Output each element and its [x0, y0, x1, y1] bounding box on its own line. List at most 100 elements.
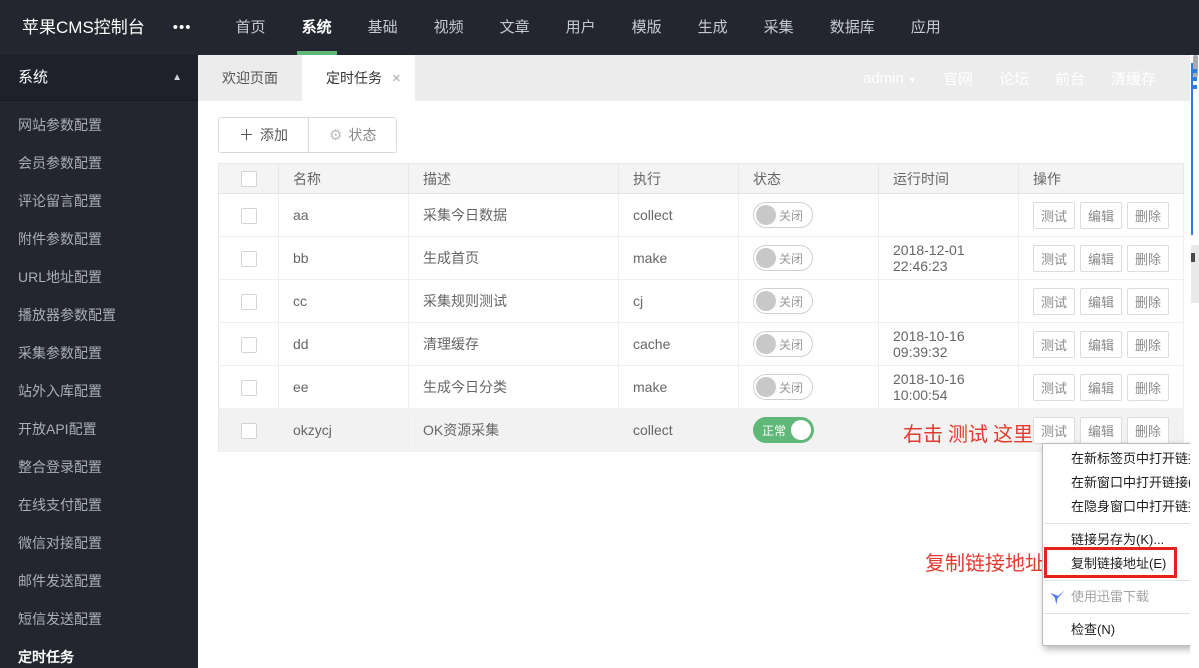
xunlei-bird-icon: [1050, 589, 1065, 605]
cell-status: 关闭: [738, 279, 879, 323]
delete-button[interactable]: 删除: [1127, 373, 1170, 401]
topnav-item[interactable]: 应用: [906, 0, 946, 55]
sidebar-item[interactable]: 邮件发送配置: [0, 562, 198, 600]
table-row: bb 生成首页 make 关闭 2018-12-01 22:46:23 测试 编辑 删除: [218, 236, 1184, 280]
toggle-label: 关闭: [779, 294, 804, 309]
sidebar-item[interactable]: 微信对接配置: [0, 524, 198, 562]
status-toggle[interactable]: 关闭: [753, 374, 814, 400]
checkbox-cell: [218, 408, 279, 452]
context-menu-item[interactable]: 检查(N): [1043, 618, 1199, 642]
sidebar-item[interactable]: 整合登录配置: [0, 448, 198, 486]
row-checkbox[interactable]: [241, 207, 257, 224]
topnav-item[interactable]: 用户: [561, 0, 601, 55]
cell-name: dd: [278, 322, 409, 366]
edge-mark: [1191, 253, 1195, 262]
context-menu-item[interactable]: 在新窗口中打开链接(W): [1043, 471, 1199, 495]
cell-runtime: 2018-10-16 10:00:54: [878, 365, 1019, 409]
sidebar-item[interactable]: 附件参数配置: [0, 220, 198, 258]
menu-separator: [1044, 613, 1199, 614]
delete-button[interactable]: 删除: [1127, 330, 1170, 358]
status-toggle[interactable]: 关闭: [753, 288, 814, 314]
sidebar-group-label: 系统: [18, 69, 49, 86]
test-button[interactable]: 测试: [1033, 201, 1076, 229]
sidebar-item[interactable]: 播放器参数配置: [0, 296, 198, 334]
delete-button[interactable]: 删除: [1127, 201, 1170, 229]
test-button[interactable]: 测试: [1033, 244, 1076, 272]
userbar-link[interactable]: 清缓存: [1111, 68, 1156, 89]
context-menu-item[interactable]: 在隐身窗口中打开链接(G): [1043, 495, 1199, 519]
topnav-item[interactable]: 文章: [495, 0, 535, 55]
delete-button[interactable]: 删除: [1127, 287, 1170, 315]
topnav-item[interactable]: 生成: [693, 0, 733, 55]
user-menu[interactable]: admin ▼: [863, 70, 917, 87]
scrollbar[interactable]: [1190, 55, 1199, 668]
edit-button[interactable]: 编辑: [1080, 287, 1123, 315]
sidebar-item[interactable]: 网站参数配置: [0, 106, 198, 144]
topnav-item[interactable]: 数据库: [825, 0, 880, 55]
userbar-link[interactable]: 论坛: [999, 68, 1029, 89]
sidebar-item[interactable]: 站外入库配置: [0, 372, 198, 410]
sidebar-item[interactable]: 短信发送配置: [0, 600, 198, 638]
toggle-label: 关闭: [779, 208, 804, 223]
sidebar-item[interactable]: URL地址配置: [0, 258, 198, 296]
cell-actions: 测试 编辑 删除: [1018, 279, 1184, 323]
add-button[interactable]: ＋添加: [219, 118, 309, 152]
status-toggle[interactable]: 关闭: [753, 331, 814, 357]
sidebar-item[interactable]: 会员参数配置: [0, 144, 198, 182]
edit-button[interactable]: 编辑: [1080, 416, 1123, 444]
row-checkbox[interactable]: [241, 250, 257, 267]
close-icon[interactable]: ×: [392, 70, 401, 87]
table-header-cell: 执行: [618, 163, 739, 194]
sidebar-item[interactable]: 定时任务: [0, 638, 198, 668]
context-menu-item[interactable]: 在新标签页中打开链接(T): [1043, 447, 1199, 471]
annotation-right-click-hint: 右击 测试 这里: [903, 424, 1033, 446]
userbar-link[interactable]: 前台: [1055, 68, 1085, 89]
topnav-item[interactable]: 基础: [363, 0, 403, 55]
row-checkbox[interactable]: [241, 379, 257, 396]
tab-welcome[interactable]: 欢迎页面: [198, 55, 302, 101]
sidebar-item[interactable]: 评论留言配置: [0, 182, 198, 220]
status-toggle[interactable]: 关闭: [753, 202, 814, 228]
sidebar-group-system[interactable]: 系统 ▲: [0, 55, 198, 101]
sidebar-item[interactable]: 在线支付配置: [0, 486, 198, 524]
toggle-knob: [791, 420, 812, 440]
row-checkbox[interactable]: [241, 336, 257, 353]
row-checkbox[interactable]: [241, 293, 257, 310]
status-button[interactable]: ⚙ 状态: [308, 118, 397, 152]
topnav-item[interactable]: 采集: [759, 0, 799, 55]
tab-scheduled-tasks[interactable]: 定时任务 ×: [302, 55, 415, 101]
topnav-item[interactable]: 首页: [231, 0, 271, 55]
delete-button[interactable]: 删除: [1127, 244, 1170, 272]
test-button[interactable]: 测试: [1033, 373, 1076, 401]
sidebar-menu: 网站参数配置 会员参数配置 评论留言配置 附件参数配置 URL地址配置 播放器参数配置 采集…: [0, 101, 198, 668]
cell-status: 正常: [738, 408, 879, 452]
sidebar-item[interactable]: 开放API配置: [0, 410, 198, 448]
app-title: 苹果CMS控制台: [22, 18, 145, 37]
more-menu-icon[interactable]: •••: [173, 0, 192, 55]
menu-separator: [1044, 523, 1199, 524]
edit-button[interactable]: 编辑: [1080, 244, 1123, 272]
cell-runtime: [878, 193, 1019, 237]
cell-name: cc: [278, 279, 409, 323]
status-toggle[interactable]: 正常: [753, 417, 815, 443]
row-checkbox[interactable]: [241, 422, 257, 439]
cell-status: 关闭: [738, 322, 879, 366]
status-toggle[interactable]: 关闭: [753, 245, 814, 271]
test-button[interactable]: 测试: [1033, 287, 1076, 315]
test-button[interactable]: 测试: [1033, 330, 1076, 358]
cell-name: bb: [278, 236, 409, 280]
toggle-knob: [756, 377, 776, 397]
edit-button[interactable]: 编辑: [1080, 201, 1123, 229]
delete-button[interactable]: 删除: [1127, 416, 1170, 444]
test-button[interactable]: 测试: [1033, 416, 1076, 444]
userbar-link[interactable]: 官网: [943, 68, 973, 89]
sidebar-item[interactable]: 采集参数配置: [0, 334, 198, 372]
cell-desc: 采集今日数据: [408, 193, 619, 237]
edit-button[interactable]: 编辑: [1080, 330, 1123, 358]
edit-button[interactable]: 编辑: [1080, 373, 1123, 401]
select-all-checkbox[interactable]: [241, 171, 257, 188]
topnav-item[interactable]: 模版: [627, 0, 667, 55]
drag-grip-icon[interactable]: [1191, 69, 1197, 93]
topnav-item[interactable]: 视频: [429, 0, 469, 55]
topnav-item[interactable]: 系统: [297, 0, 337, 55]
